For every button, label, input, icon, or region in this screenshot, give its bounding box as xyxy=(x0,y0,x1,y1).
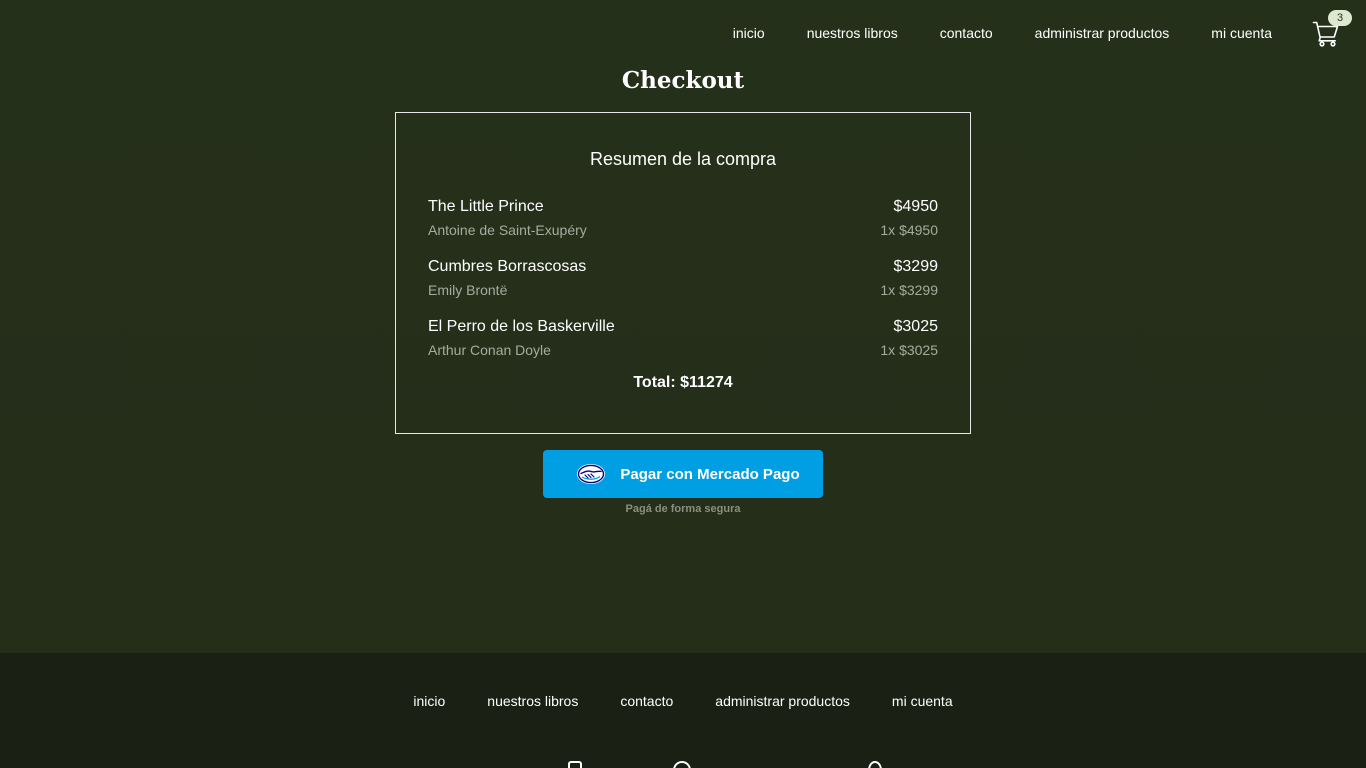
item-title: Cumbres Borrascosas xyxy=(428,258,587,275)
purchase-summary: Resumen de la compra The Little Prince A… xyxy=(395,112,971,434)
footer-link-contacto[interactable]: contacto xyxy=(620,693,673,709)
footer-link-administrar-productos[interactable]: administrar productos xyxy=(715,693,850,709)
item-quantity: 1x $3299 xyxy=(880,282,938,298)
footer-link-mi-cuenta[interactable]: mi cuenta xyxy=(892,693,953,709)
social-icon[interactable] xyxy=(868,761,882,768)
footer-link-inicio[interactable]: inicio xyxy=(413,693,445,709)
page-title: Checkout xyxy=(621,67,745,94)
item-title: The Little Prince xyxy=(428,198,544,215)
nav-link-nuestros-libros[interactable]: nuestros libros xyxy=(807,26,898,40)
cart-button[interactable]: 3 xyxy=(1312,10,1352,47)
item-author: Arthur Conan Doyle xyxy=(428,342,551,358)
footer-link-nuestros-libros[interactable]: nuestros libros xyxy=(487,693,578,709)
nav-link-administrar-productos[interactable]: administrar productos xyxy=(1035,26,1170,40)
footer: inicio nuestros libros contacto administ… xyxy=(0,653,1366,768)
cart-count-badge: 3 xyxy=(1328,10,1352,26)
item-quantity: 1x $3025 xyxy=(880,342,938,358)
item-price: $3025 xyxy=(893,318,939,335)
pay-with-mercado-pago-button[interactable]: Pagar con Mercado Pago xyxy=(543,450,823,498)
social-icon[interactable] xyxy=(673,761,691,768)
footer-nav: inicio nuestros libros contacto administ… xyxy=(0,693,1366,709)
social-links xyxy=(0,761,1366,768)
nav-link-mi-cuenta[interactable]: mi cuenta xyxy=(1211,26,1272,40)
top-nav: inicio nuestros libros contacto administ… xyxy=(733,0,1366,66)
summary-heading: Resumen de la compra xyxy=(589,149,777,169)
item-quantity: 1x $4950 xyxy=(880,222,938,238)
mercado-pago-handshake-icon xyxy=(577,464,606,484)
item-title: El Perro de los Baskerville xyxy=(428,318,615,335)
summary-item: Cumbres Borrascosas Emily Brontë $3299 1… xyxy=(428,257,938,317)
item-price: $4950 xyxy=(893,198,939,215)
summary-item: El Perro de los Baskerville Arthur Conan… xyxy=(428,317,938,377)
pay-button-label: Pagar con Mercado Pago xyxy=(620,465,800,483)
item-author: Emily Brontë xyxy=(428,282,508,298)
nav-link-inicio[interactable]: inicio xyxy=(733,26,765,40)
page: inicio nuestros libros contacto administ… xyxy=(0,0,1366,768)
item-price: $3299 xyxy=(893,258,939,275)
social-icon[interactable] xyxy=(568,761,582,768)
secure-payment-note: Pagá de forma segura xyxy=(625,503,741,515)
item-author: Antoine de Saint-Exupéry xyxy=(428,222,587,238)
nav-link-contacto[interactable]: contacto xyxy=(940,26,993,40)
summary-item: The Little Prince Antoine de Saint-Exupé… xyxy=(428,197,938,257)
